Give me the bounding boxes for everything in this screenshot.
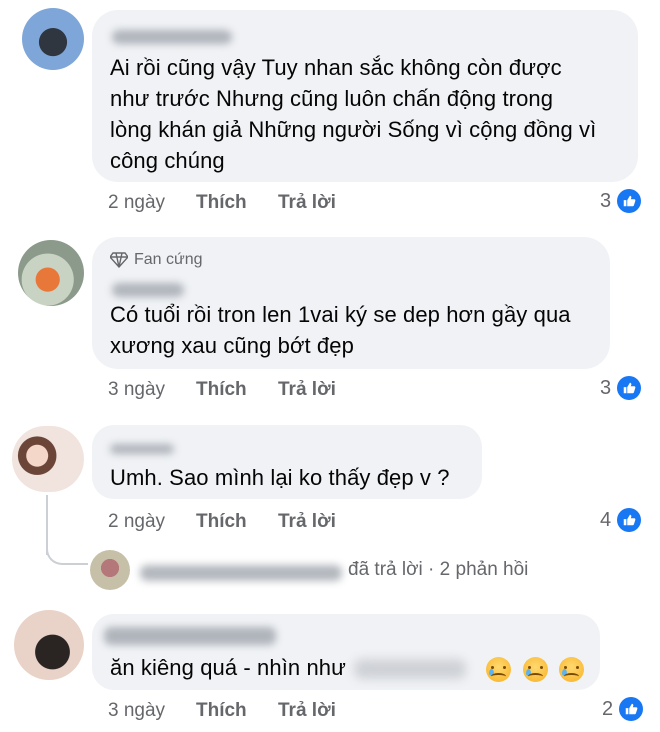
like-icon — [619, 697, 644, 721]
like-icon — [617, 376, 642, 400]
avatar[interactable] — [22, 8, 84, 70]
crying-emoji-icon — [522, 656, 548, 682]
reply-button[interactable]: Trả lời — [278, 511, 336, 533]
reply-button[interactable]: Trả lời — [278, 192, 336, 214]
reply-avatar[interactable] — [90, 550, 130, 590]
author-name-blurred[interactable] — [104, 627, 276, 645]
timestamp: 2 ngày — [108, 192, 166, 213]
author-name-blurred[interactable] — [110, 444, 174, 454]
diamond-icon — [110, 252, 128, 268]
author-name-blurred[interactable] — [112, 30, 232, 44]
comment-meta: 2 ngày Thích Trả lời — [108, 192, 336, 214]
like-icon — [617, 508, 642, 532]
like-button[interactable]: Thích — [196, 192, 278, 214]
reply-button[interactable]: Trả lời — [278, 379, 336, 401]
reply-button[interactable]: Trả lời — [278, 700, 336, 722]
reaction-count[interactable]: 3 — [600, 189, 642, 213]
author-name-blurred[interactable] — [112, 283, 184, 297]
like-button[interactable]: Thích — [196, 700, 278, 722]
comment-text: ăn kiêng quá - nhìn như — [110, 652, 590, 683]
crying-emoji-icon — [558, 656, 584, 682]
avatar[interactable] — [14, 610, 84, 680]
like-button[interactable]: Thích — [196, 511, 278, 533]
redacted-word — [354, 659, 467, 680]
fan-badge: Fan cứng — [110, 251, 203, 269]
comment-meta: 3 ngày Thích Trả lời — [108, 700, 336, 722]
reply-summary[interactable]: đã trả lời · 2 phản hồi — [348, 559, 528, 581]
reaction-count[interactable]: 2 — [602, 697, 644, 721]
like-icon — [617, 189, 642, 213]
timestamp: 2 ngày — [108, 511, 166, 532]
like-button[interactable]: Thích — [196, 379, 278, 401]
reaction-count[interactable]: 4 — [600, 508, 642, 532]
comment-text: Có tuổi rồi tron len 1vai ký se dep hơn … — [110, 302, 571, 358]
avatar[interactable] — [12, 426, 84, 492]
reply-author-blurred[interactable] — [140, 565, 342, 581]
thread-line-elbow — [46, 535, 88, 565]
timestamp: 3 ngày — [108, 379, 166, 400]
comment-text: Ai rồi cũng vậy Tuy nhan sắc không còn đ… — [110, 55, 597, 173]
timestamp: 3 ngày — [108, 700, 166, 721]
reaction-count[interactable]: 3 — [600, 376, 642, 400]
avatar[interactable] — [18, 240, 84, 306]
comment-meta: 2 ngày Thích Trả lời — [108, 511, 336, 533]
crying-emoji-icon — [486, 656, 512, 682]
comment-meta: 3 ngày Thích Trả lời — [108, 379, 336, 401]
comment-text: Umh. Sao mình lại ko thấy đẹp v ? — [110, 465, 450, 490]
